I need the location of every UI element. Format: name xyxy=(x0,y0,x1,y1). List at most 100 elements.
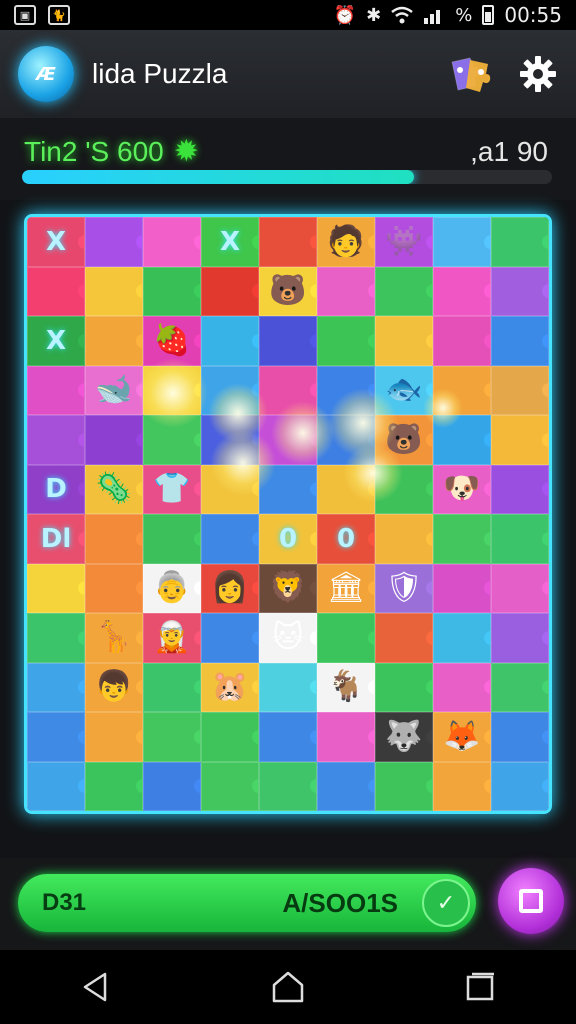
puzzle-tile[interactable]: 🦊 xyxy=(433,712,491,762)
puzzle-tile[interactable]: 🛡 xyxy=(375,563,433,613)
puzzle-tile[interactable]: 🐺 xyxy=(375,712,433,762)
recents-button[interactable] xyxy=(450,962,510,1012)
puzzle-tile[interactable] xyxy=(85,316,143,366)
puzzle-tile[interactable] xyxy=(317,365,375,415)
puzzle-tile[interactable]: 🦒 xyxy=(85,613,143,663)
puzzle-tile[interactable]: 0 xyxy=(259,514,317,564)
puzzle-tile[interactable] xyxy=(317,613,375,663)
confirm-check-button[interactable]: ✓ xyxy=(422,879,470,927)
puzzle-tile[interactable]: 0 xyxy=(317,514,375,564)
puzzle-tile[interactable] xyxy=(143,217,201,267)
puzzle-tile[interactable] xyxy=(317,761,375,811)
puzzle-tile[interactable] xyxy=(27,415,85,465)
puzzle-tile[interactable] xyxy=(259,316,317,366)
puzzle-tile[interactable] xyxy=(433,415,491,465)
puzzle-tile[interactable] xyxy=(143,415,201,465)
puzzle-tile[interactable]: 🦁 xyxy=(259,563,317,613)
puzzle-tile[interactable] xyxy=(491,613,549,663)
puzzle-tile[interactable] xyxy=(201,514,259,564)
puzzle-tile[interactable] xyxy=(201,464,259,514)
puzzle-tile[interactable]: Dl xyxy=(27,514,85,564)
puzzle-tile[interactable]: X xyxy=(27,316,85,366)
puzzle-tile[interactable] xyxy=(433,266,491,316)
puzzle-tile[interactable]: X xyxy=(27,217,85,267)
puzzle-tile[interactable]: 🧑 xyxy=(317,217,375,267)
puzzle-tile[interactable] xyxy=(375,613,433,663)
puzzle-tile[interactable] xyxy=(491,316,549,366)
puzzle-tile[interactable] xyxy=(201,316,259,366)
puzzle-tile[interactable]: 🍓 xyxy=(143,316,201,366)
puzzle-tile[interactable] xyxy=(85,761,143,811)
puzzle-tile[interactable] xyxy=(433,563,491,613)
stop-button[interactable] xyxy=(498,868,564,934)
settings-gear-icon[interactable] xyxy=(518,54,558,94)
puzzle-tile[interactable] xyxy=(433,761,491,811)
puzzle-tile[interactable] xyxy=(201,365,259,415)
puzzle-tile[interactable]: 🐻 xyxy=(375,415,433,465)
puzzle-tile[interactable]: 🐱 xyxy=(259,613,317,663)
puzzle-tile[interactable] xyxy=(433,217,491,267)
puzzle-tile[interactable] xyxy=(27,563,85,613)
puzzle-tile[interactable] xyxy=(85,415,143,465)
puzzle-tile[interactable] xyxy=(259,217,317,267)
puzzle-tile[interactable]: 👦 xyxy=(85,662,143,712)
puzzle-tile[interactable] xyxy=(375,316,433,366)
puzzle-board[interactable]: X X 🧑 👾 🐻 X 🍓 🐋 🐟 🐻 D 🦠 👕 🐶 Dl 0 0 👵 👩 🦁 🏛 🛡 🦒 🧝 🐱 👦 🐹 🐐 🐺 🦊 xyxy=(24,214,552,814)
puzzle-tile[interactable] xyxy=(317,266,375,316)
puzzle-tile[interactable]: 👕 xyxy=(143,464,201,514)
puzzle-tile[interactable] xyxy=(375,464,433,514)
puzzle-tile[interactable] xyxy=(27,662,85,712)
puzzle-tile[interactable] xyxy=(27,266,85,316)
puzzle-tile[interactable] xyxy=(201,761,259,811)
puzzle-tile[interactable] xyxy=(143,662,201,712)
app-logo[interactable]: Æ xyxy=(18,46,74,102)
puzzle-tile[interactable]: 🧝 xyxy=(143,613,201,663)
puzzle-tile[interactable] xyxy=(85,563,143,613)
puzzle-tile[interactable] xyxy=(491,365,549,415)
puzzle-tile[interactable] xyxy=(491,563,549,613)
puzzle-pieces-icon[interactable] xyxy=(448,54,494,94)
puzzle-tile[interactable] xyxy=(433,514,491,564)
puzzle-tile[interactable] xyxy=(433,365,491,415)
puzzle-tile[interactable] xyxy=(375,266,433,316)
puzzle-tile[interactable]: 🐐 xyxy=(317,662,375,712)
puzzle-tile[interactable] xyxy=(259,761,317,811)
puzzle-tile[interactable] xyxy=(27,761,85,811)
puzzle-tile[interactable] xyxy=(201,415,259,465)
puzzle-tile[interactable]: 👩 xyxy=(201,563,259,613)
puzzle-tile[interactable] xyxy=(491,464,549,514)
puzzle-tile[interactable]: 🐹 xyxy=(201,662,259,712)
puzzle-tile[interactable] xyxy=(259,365,317,415)
puzzle-tile[interactable] xyxy=(375,662,433,712)
puzzle-tile[interactable] xyxy=(259,712,317,762)
puzzle-tile[interactable] xyxy=(85,712,143,762)
puzzle-tile[interactable] xyxy=(433,662,491,712)
puzzle-tile[interactable] xyxy=(433,613,491,663)
puzzle-tile[interactable]: 🏛 xyxy=(317,563,375,613)
puzzle-tile[interactable] xyxy=(27,613,85,663)
puzzle-tile[interactable] xyxy=(201,712,259,762)
puzzle-tile[interactable]: 🐋 xyxy=(85,365,143,415)
puzzle-tile[interactable] xyxy=(491,514,549,564)
puzzle-tile[interactable] xyxy=(317,415,375,465)
puzzle-tile[interactable] xyxy=(201,266,259,316)
puzzle-tile[interactable] xyxy=(143,266,201,316)
puzzle-tile[interactable] xyxy=(491,266,549,316)
puzzle-tile[interactable] xyxy=(259,662,317,712)
puzzle-tile[interactable]: 🦠 xyxy=(85,464,143,514)
puzzle-tile[interactable] xyxy=(317,464,375,514)
puzzle-tile[interactable] xyxy=(27,365,85,415)
puzzle-tile[interactable] xyxy=(491,217,549,267)
puzzle-tile[interactable] xyxy=(317,712,375,762)
puzzle-tile[interactable] xyxy=(143,365,201,415)
puzzle-tile[interactable] xyxy=(491,761,549,811)
puzzle-tile[interactable]: 👾 xyxy=(375,217,433,267)
home-button[interactable] xyxy=(258,962,318,1012)
puzzle-tile[interactable] xyxy=(491,415,549,465)
action-bar[interactable]: D31 A/SOO1S ✓ xyxy=(18,874,476,932)
puzzle-tile[interactable] xyxy=(85,514,143,564)
puzzle-tile[interactable]: D xyxy=(27,464,85,514)
puzzle-tile[interactable]: 🐻 xyxy=(259,266,317,316)
puzzle-tile[interactable] xyxy=(259,464,317,514)
back-button[interactable] xyxy=(66,962,126,1012)
